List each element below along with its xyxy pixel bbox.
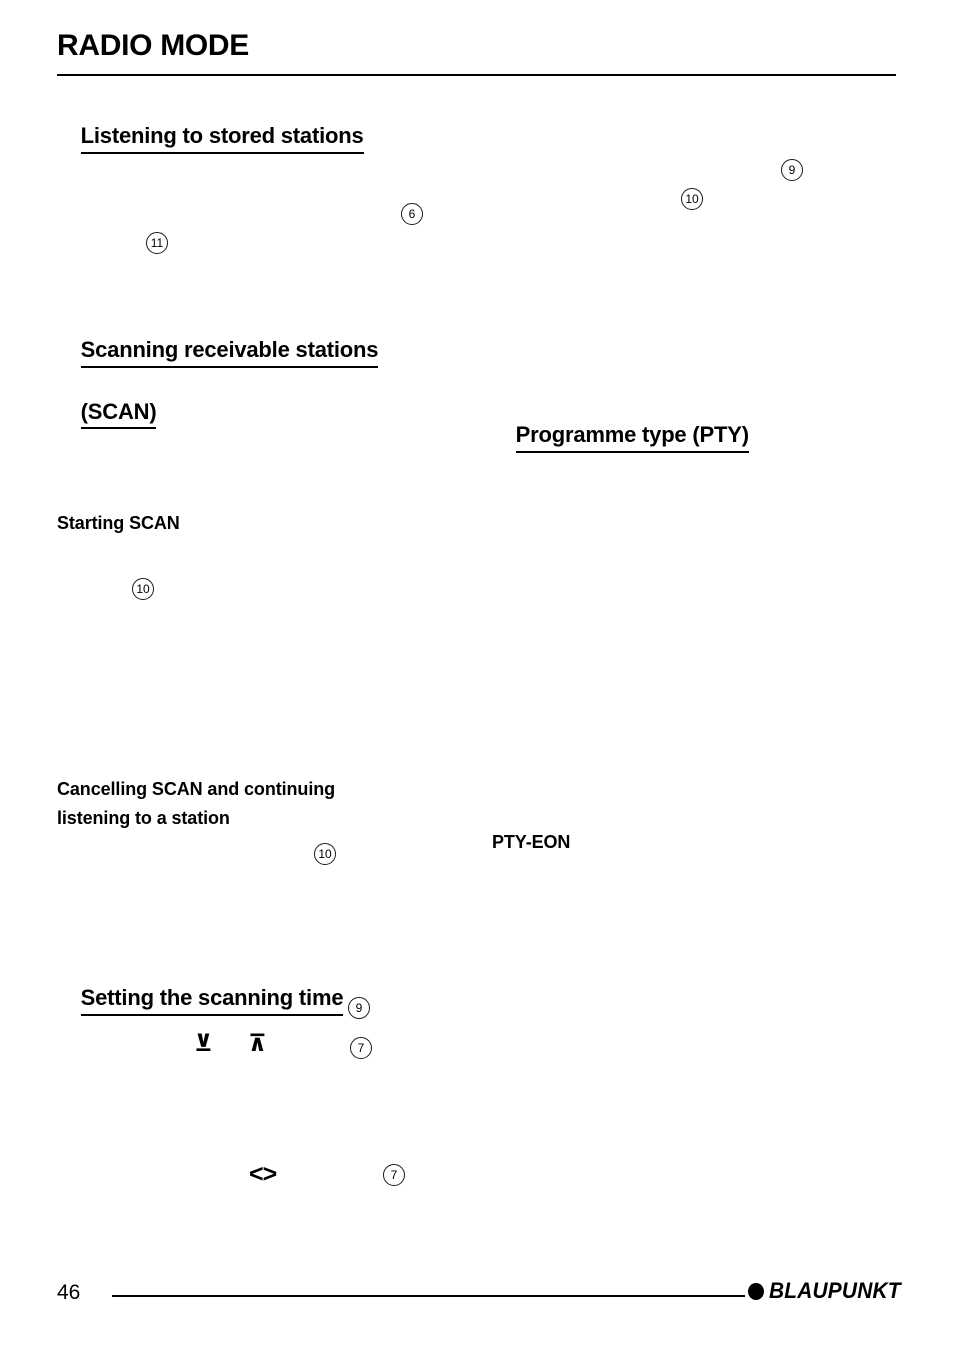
reference-marker-10-starting-scan: 10 <box>132 578 154 600</box>
section-heading-programme-type: Programme type (PTY) <box>492 391 749 482</box>
brand-logo: BLAUPUNKT <box>748 1278 908 1304</box>
section-heading-setting-scanning-time-label: Setting the scanning time <box>80 983 344 1016</box>
page-number: 46 <box>57 1281 81 1304</box>
reference-marker-10-top: 10 <box>681 188 703 210</box>
subheading-cancelling-scan: Cancelling SCAN and continuing listening … <box>57 775 335 833</box>
reference-marker-11: 11 <box>146 232 168 254</box>
arrow-down-icon: ⊻ <box>194 1031 213 1057</box>
brand-logo-label: BLAUPUNKT <box>769 1278 901 1303</box>
footer-divider <box>112 1295 745 1297</box>
reference-marker-7-scanning-time: 7 <box>350 1037 372 1059</box>
reference-marker-9-scanning-time: 9 <box>348 997 370 1019</box>
section-heading-listening-to-stored-stations: Listening to stored stations <box>57 92 364 183</box>
subheading-cancelling-scan-line2: listening to a station <box>57 807 230 828</box>
title-divider <box>57 74 896 76</box>
reference-marker-6: 6 <box>401 203 423 225</box>
section-heading-listening-label: Listening to stored stations <box>80 121 364 154</box>
section-heading-scanning-receivable-stations: Scanning receivable stations (SCAN) <box>57 306 378 458</box>
arrow-up-icon: ⊼ <box>248 1031 267 1057</box>
subheading-starting-scan: Starting SCAN <box>57 513 180 533</box>
reference-marker-9-top: 9 <box>781 159 803 181</box>
manual-page: RADIO MODE Listening to stored stations … <box>0 0 954 1349</box>
reference-marker-10-cancelling-scan: 10 <box>314 843 336 865</box>
subheading-cancelling-scan-line1: Cancelling SCAN and continuing <box>57 779 336 799</box>
section-heading-scanning-line1: Scanning receivable stations <box>80 335 378 368</box>
section-heading-scanning-line2: (SCAN) <box>80 397 157 429</box>
blaupunkt-dot-icon <box>748 1282 764 1300</box>
page-title: RADIO MODE <box>57 29 250 62</box>
reference-marker-7-bottom: 7 <box>383 1164 405 1186</box>
left-right-arrow-icon: <> <box>249 1160 277 1188</box>
section-heading-programme-type-label: Programme type (PTY) <box>515 420 749 453</box>
subheading-pty-eon: PTY-EON <box>492 832 571 852</box>
